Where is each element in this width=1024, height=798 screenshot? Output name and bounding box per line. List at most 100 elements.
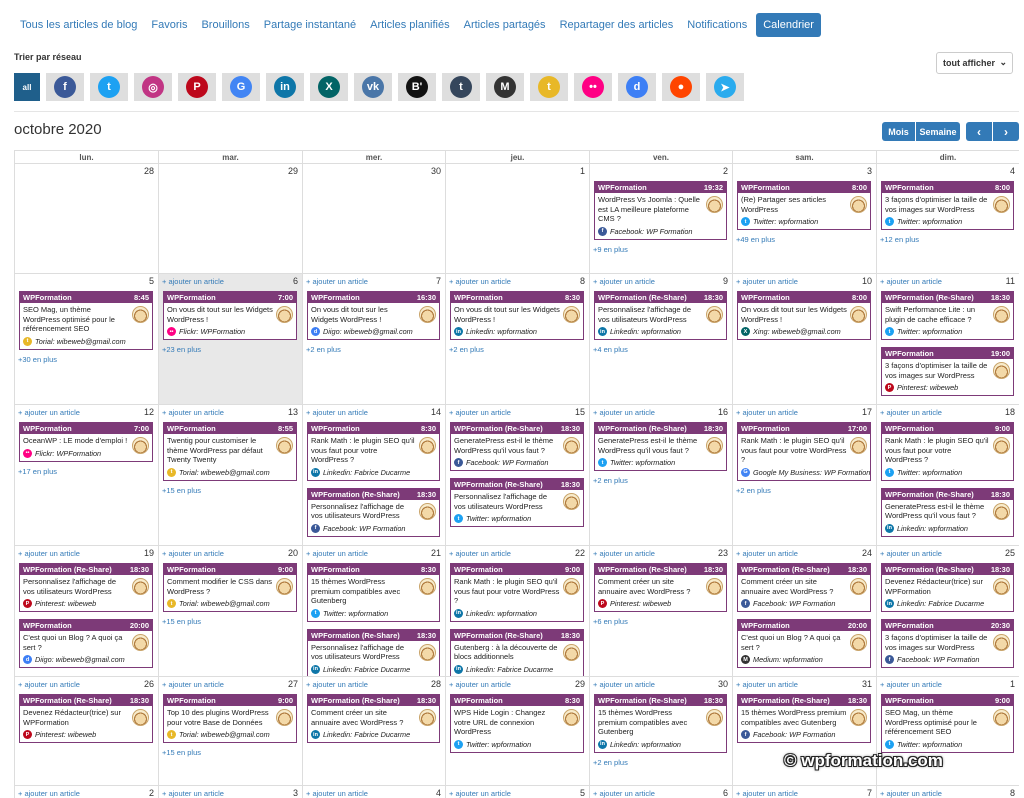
calendar-day-cell[interactable]: + ajouter un article 26 WPFormation (Re-Sh… [15,677,159,786]
scheduled-post-card[interactable]: WPFormation 9:00 Top 10 des plugins WordPr… [163,694,297,744]
network-filter-vk[interactable]: vk [354,73,392,101]
add-article-link[interactable]: + ajouter un article [162,680,224,689]
scheduled-post-card[interactable]: WPFormation (Re-Share) 18:30 Gutenberg : à… [450,628,584,676]
scheduled-post-card[interactable]: WPFormation 9:00 Rank Math : le plugin SEO… [450,563,584,622]
network-filter-instagram[interactable]: ◎ [134,73,172,101]
calendar-day-cell[interactable]: + ajouter un article 22 WPFormation 9:00 Ran… [446,546,590,677]
scheduled-post-card[interactable]: WPFormation 8:00 (Re) Partager ses article… [737,181,871,231]
more-posts-link[interactable]: +2 en plus [449,345,589,354]
add-article-link[interactable]: + ajouter un article [593,277,655,286]
add-article-link[interactable]: + ajouter un article [880,680,942,689]
scheduled-post-card[interactable]: WPFormation 19:32 WordPress Vs Joomla : Qu… [594,181,727,240]
tab-articles-planifi-s[interactable]: Articles planifiés [363,13,456,37]
scheduled-post-card[interactable]: WPFormation (Re-Share) 18:30 Personnalisez… [19,563,153,613]
calendar-day-cell[interactable]: + ajouter un article 18 WPFormation 9:00 Ran… [877,405,1019,546]
more-posts-link[interactable]: +9 en plus [593,245,732,254]
add-article-link[interactable]: + ajouter un article [880,277,942,286]
calendar-day-cell[interactable]: + ajouter un article 3 [159,786,303,798]
month-view-button[interactable]: Mois [882,122,915,141]
scheduled-post-card[interactable]: WPFormation (Re-Share) 18:30 Swift Perform… [881,291,1014,341]
calendar-day-cell[interactable]: 4 WPFormation 8:00 3 façons d'optimiser la … [877,164,1019,274]
scheduled-post-card[interactable]: WPFormation 8:30 WPS Hide Login : Changez … [450,694,584,753]
add-article-link[interactable]: + ajouter un article [18,680,80,689]
calendar-day-cell[interactable]: 3 WPFormation 8:00 (Re) Partager ses articl… [733,164,877,274]
calendar-day-cell[interactable]: + ajouter un article 6 WPFormation 7:00 On v… [159,274,303,405]
calendar-day-cell[interactable]: + ajouter un article 17 WPFormation 17:00 Ra… [733,405,877,546]
add-article-link[interactable]: + ajouter un article [306,549,368,558]
add-article-link[interactable]: + ajouter un article [306,680,368,689]
scheduled-post-card[interactable]: WPFormation 8:30 15 thèmes WordPress premi… [307,563,440,622]
calendar-day-cell[interactable]: + ajouter un article 15 WPFormation (Re-Sh… [446,405,590,546]
scheduled-post-card[interactable]: WPFormation (Re-Share) 18:30 Personnalisez… [307,628,440,676]
scheduled-post-card[interactable]: WPFormation 9:00 Rank Math : le plugin SEO… [881,422,1014,481]
calendar-day-cell[interactable]: + ajouter un article 24 WPFormation (Re-Sh… [733,546,877,677]
calendar-day-cell[interactable]: + ajouter un article 7 WPFormation 16:30 On … [303,274,446,405]
add-article-link[interactable]: + ajouter un article [18,408,80,417]
scheduled-post-card[interactable]: WPFormation 8:00 On vous dit tout sur les … [737,291,871,341]
scheduled-post-card[interactable]: WPFormation 20:00 C'est quoi un Blog ? A q… [737,619,871,669]
add-article-link[interactable]: + ajouter un article [18,789,80,798]
calendar-day-cell[interactable]: 29 [159,164,303,274]
scheduled-post-card[interactable]: WPFormation (Re-Share) 18:30 Personnalisez… [450,478,584,528]
network-filter-telegram[interactable]: ➤ [706,73,744,101]
add-article-link[interactable]: + ajouter un article [736,549,798,558]
network-filter-diigo[interactable]: d [618,73,656,101]
calendar-day-cell[interactable]: + ajouter un article 8 WPFormation 8:30 On v… [446,274,590,405]
add-article-link[interactable]: + ajouter un article [449,680,511,689]
chevron-right-icon[interactable]: › [993,122,1019,141]
tab-articles-partag-s[interactable]: Articles partagés [457,13,553,37]
scheduled-post-card[interactable]: WPFormation 20:30 3 façons d'optimiser la … [881,619,1014,669]
calendar-day-cell[interactable]: + ajouter un article 8 [877,786,1019,798]
calendar-day-cell[interactable]: + ajouter un article 10 WPFormation 8:00 On … [733,274,877,405]
tab-notifications[interactable]: Notifications [680,13,754,37]
add-article-link[interactable]: + ajouter un article [306,277,368,286]
chevron-left-icon[interactable]: ‹ [966,122,992,141]
network-filter-all[interactable]: all [14,73,40,101]
add-article-link[interactable]: + ajouter un article [593,549,655,558]
scheduled-post-card[interactable]: WPFormation 7:00 On vous dit tout sur les … [163,291,297,341]
add-article-link[interactable]: + ajouter un article [162,549,224,558]
calendar-day-cell[interactable]: + ajouter un article 6 [590,786,733,798]
calendar-day-cell[interactable]: + ajouter un article 21 WPFormation 8:30 15 … [303,546,446,677]
add-article-link[interactable]: + ajouter un article [736,277,798,286]
scheduled-post-card[interactable]: WPFormation (Re-Share) 18:30 GeneratePress… [594,422,727,472]
network-filter-pinterest[interactable]: P [178,73,216,101]
add-article-link[interactable]: + ajouter un article [306,789,368,798]
calendar-day-cell[interactable]: 5 WPFormation 8:45 SEO Mag, un thème WordPr… [15,274,159,405]
more-posts-link[interactable]: +4 en plus [593,345,732,354]
add-article-link[interactable]: + ajouter un article [18,549,80,558]
network-filter-twitter[interactable]: t [90,73,128,101]
calendar-day-cell[interactable]: + ajouter un article 11 WPFormation (Re-Sh… [877,274,1019,405]
scheduled-post-card[interactable]: WPFormation (Re-Share) 18:30 GeneratePress… [450,422,584,472]
scheduled-post-card[interactable]: WPFormation 17:00 Rank Math : le plugin SE… [737,422,871,481]
scheduled-post-card[interactable]: WPFormation 7:00 OceanWP : LE mode d'emplo… [19,422,153,462]
calendar-day-cell[interactable]: + ajouter un article 27 WPFormation 9:00 Top… [159,677,303,786]
calendar-day-cell[interactable]: + ajouter un article 19 WPFormation (Re-Sh… [15,546,159,677]
scheduled-post-card[interactable]: WPFormation 8:55 Twentig pour customiser l… [163,422,297,481]
network-filter-reddit[interactable]: ● [662,73,700,101]
tab-brouillons[interactable]: Brouillons [194,13,256,37]
scheduled-post-card[interactable]: WPFormation 9:00 Comment modifier le CSS d… [163,563,297,613]
scheduled-post-card[interactable]: WPFormation 8:30 On vous dit tout sur les … [450,291,584,341]
network-filter-linkedin[interactable]: in [266,73,304,101]
more-posts-link[interactable]: +49 en plus [736,235,876,244]
add-article-link[interactable]: + ajouter un article [162,789,224,798]
week-view-button[interactable]: Semaine [916,122,960,141]
calendar-day-cell[interactable]: + ajouter un article 12 WPFormation 7:00 Oce… [15,405,159,546]
scheduled-post-card[interactable]: WPFormation 8:00 3 façons d'optimiser la t… [881,181,1014,231]
network-filter-blogger[interactable]: B' [398,73,436,101]
calendar-day-cell[interactable]: + ajouter un article 13 WPFormation 8:55 Twe… [159,405,303,546]
add-article-link[interactable]: + ajouter un article [162,277,224,286]
scheduled-post-card[interactable]: WPFormation 19:00 3 façons d'optimiser la … [881,347,1014,397]
scheduled-post-card[interactable]: WPFormation (Re-Share) 18:30 GeneratePress… [881,487,1014,537]
add-article-link[interactable]: + ajouter un article [736,680,798,689]
add-article-link[interactable]: + ajouter un article [449,408,511,417]
scheduled-post-card[interactable]: WPFormation 16:30 On vous dit tout sur les… [307,291,440,341]
network-filter-gmb[interactable]: G [222,73,260,101]
calendar-day-cell[interactable]: + ajouter un article 4 [303,786,446,798]
scheduled-post-card[interactable]: WPFormation (Re-Share) 18:30 Devenez Rédac… [881,563,1014,613]
add-article-link[interactable]: + ajouter un article [593,789,655,798]
add-article-link[interactable]: + ajouter un article [449,277,511,286]
network-filter-flickr[interactable]: •• [574,73,612,101]
calendar-day-cell[interactable]: + ajouter un article 5 [446,786,590,798]
